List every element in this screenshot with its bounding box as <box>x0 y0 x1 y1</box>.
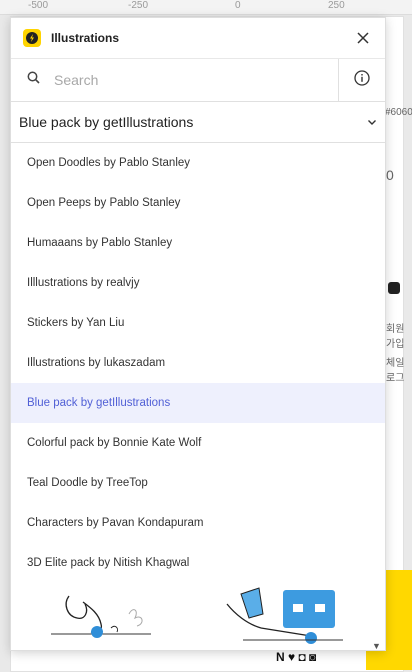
search-input[interactable] <box>52 71 296 89</box>
pack-options-list: Open Doodles by Pablo Stanley Open Peeps… <box>11 143 385 583</box>
illustration-thumbnail[interactable] <box>11 584 385 650</box>
search-row <box>11 59 385 102</box>
instagram-icon <box>388 282 400 294</box>
panel-title: Illustrations <box>51 31 120 45</box>
info-icon <box>354 69 370 91</box>
pack-select-value: Blue pack by getIllustrations <box>19 114 194 130</box>
pack-option[interactable]: Open Doodles by Pablo Stanley <box>11 143 385 183</box>
canvas-ruler: -500 -250 0 250 <box>0 0 412 15</box>
ruler-tick: 0 <box>235 0 241 11</box>
footer-social-icons: N ♥ ◘ ◙ <box>276 650 317 664</box>
pack-option[interactable]: Illlustrations by realvjy <box>11 263 385 303</box>
pack-select[interactable]: Blue pack by getIllustrations <box>11 102 385 143</box>
color-hex-snippet: #60606 <box>385 107 412 118</box>
scroll-down-arrow[interactable]: ▼ <box>372 641 381 651</box>
plugin-logo-icon <box>23 29 41 47</box>
ruler-tick: 250 <box>328 0 345 11</box>
illustrations-plugin-panel: Illustrations Search Blue pack by getIll… <box>10 17 386 651</box>
pack-option-selected[interactable]: Blue pack by getIllustrations <box>11 383 385 423</box>
signup-snippet: 회원가입 <box>386 324 405 350</box>
ruler-tick: -250 <box>128 0 149 11</box>
pack-option[interactable]: Colorful pack by Bonnie Kate Wolf <box>11 423 385 463</box>
chevron-down-icon <box>367 114 377 130</box>
pack-option[interactable]: Stickers by Yan Liu <box>11 303 385 343</box>
ruler-tick: -500 <box>28 0 49 11</box>
pack-option[interactable]: Teal Doodle by TreeTop <box>11 463 385 503</box>
illustration-previews <box>11 584 385 650</box>
info-button[interactable] <box>338 59 385 101</box>
pack-option[interactable]: Humaaans by Pablo Stanley <box>11 223 385 263</box>
close-icon[interactable] <box>353 28 373 48</box>
panel-titlebar: Illustrations <box>11 18 385 59</box>
pack-option[interactable]: Illustrations by lukaszadam <box>11 343 385 383</box>
login-snippet: 체일 로그 <box>386 358 405 384</box>
background-text-snippet: 0 <box>386 167 394 183</box>
search-icon <box>27 71 40 89</box>
pack-option[interactable]: 3D Elite pack by Nitish Khagwal <box>11 543 385 583</box>
pack-option[interactable]: Open Peeps by Pablo Stanley <box>11 183 385 223</box>
pack-option[interactable]: Characters by Pavan Kondapuram <box>11 503 385 543</box>
search-box <box>11 59 338 101</box>
